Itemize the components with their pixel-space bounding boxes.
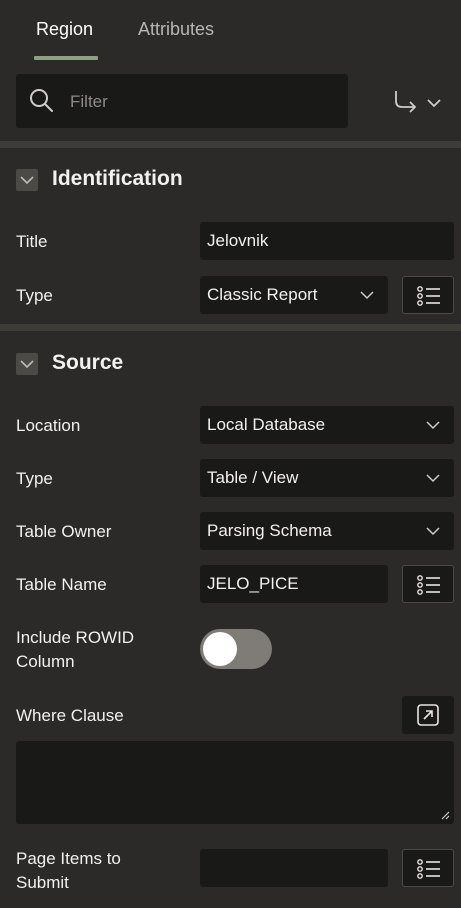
page-items-label-line2: Submit [16, 873, 69, 892]
source-type-select[interactable]: Table / View [200, 459, 454, 497]
list-icon [417, 575, 440, 595]
chevron-down-icon [20, 176, 34, 185]
table-name-value: JELO_PICE [207, 574, 299, 593]
region-type-list-button[interactable] [402, 276, 454, 314]
source-section-header[interactable]: Source [16, 349, 176, 379]
where-clause-label: Where Clause [16, 706, 124, 725]
table-owner-select[interactable]: Parsing Schema [200, 512, 454, 550]
location-select[interactable]: Local Database [200, 406, 454, 444]
table-name-field[interactable]: JELO_PICE [200, 565, 388, 603]
page-items-label-line1: Page Items to [16, 849, 121, 868]
table-owner-label: Table Owner [16, 522, 112, 541]
page-items-field[interactable] [200, 849, 388, 887]
toggle-knob [203, 632, 237, 666]
resize-handle-icon[interactable] [440, 810, 450, 820]
table-name-list-button[interactable] [402, 565, 454, 603]
include-rowid-label-line1: Include ROWID [16, 628, 135, 647]
list-icon [417, 859, 440, 879]
location-value: Local Database [207, 415, 326, 434]
title-value: Jelovnik [207, 231, 269, 250]
section-title: Source [52, 351, 124, 374]
type-label: Type [16, 286, 53, 305]
property-editor-panel: Region Attributes Identification Title J… [0, 0, 461, 908]
list-icon [417, 286, 440, 306]
filter-box [16, 74, 348, 128]
source-type-value: Table / View [207, 468, 299, 487]
location-label: Location [16, 416, 81, 435]
section-divider [0, 141, 461, 148]
tab-attributes[interactable]: Attributes [138, 18, 214, 40]
chevron-down-icon [426, 527, 440, 536]
identification-section-header[interactable]: Identification [16, 165, 216, 195]
chevron-down-icon [426, 474, 440, 483]
section-divider [0, 324, 461, 331]
tab-bar: Region Attributes [0, 0, 461, 62]
arrow-down-right-icon [395, 91, 417, 113]
active-tab-indicator [34, 56, 98, 60]
table-name-label: Table Name [16, 575, 107, 594]
region-type-select[interactable]: Classic Report [200, 276, 388, 314]
tab-region[interactable]: Region [36, 18, 93, 40]
chevron-down-icon [20, 360, 34, 369]
chevron-down-icon [360, 291, 374, 300]
page-items-list-button[interactable] [402, 849, 454, 887]
expand-code-editor-button[interactable] [402, 696, 454, 734]
section-title: Identification [52, 167, 183, 190]
chevron-down-icon [427, 99, 441, 108]
go-to-group-button[interactable] [392, 87, 444, 117]
where-clause-textarea[interactable] [16, 741, 454, 824]
collapse-toggle[interactable] [16, 353, 38, 375]
filter-input[interactable] [68, 86, 342, 118]
chevron-down-icon [426, 421, 440, 430]
search-icon [30, 89, 53, 112]
title-field[interactable]: Jelovnik [200, 222, 454, 260]
collapse-toggle[interactable] [16, 169, 38, 191]
region-type-value: Classic Report [207, 285, 318, 304]
expand-icon [417, 704, 439, 726]
title-label: Title [16, 232, 48, 251]
table-owner-value: Parsing Schema [207, 521, 332, 540]
include-rowid-label-line2: Column [16, 652, 75, 671]
source-type-label: Type [16, 469, 53, 488]
include-rowid-toggle[interactable] [200, 629, 272, 669]
